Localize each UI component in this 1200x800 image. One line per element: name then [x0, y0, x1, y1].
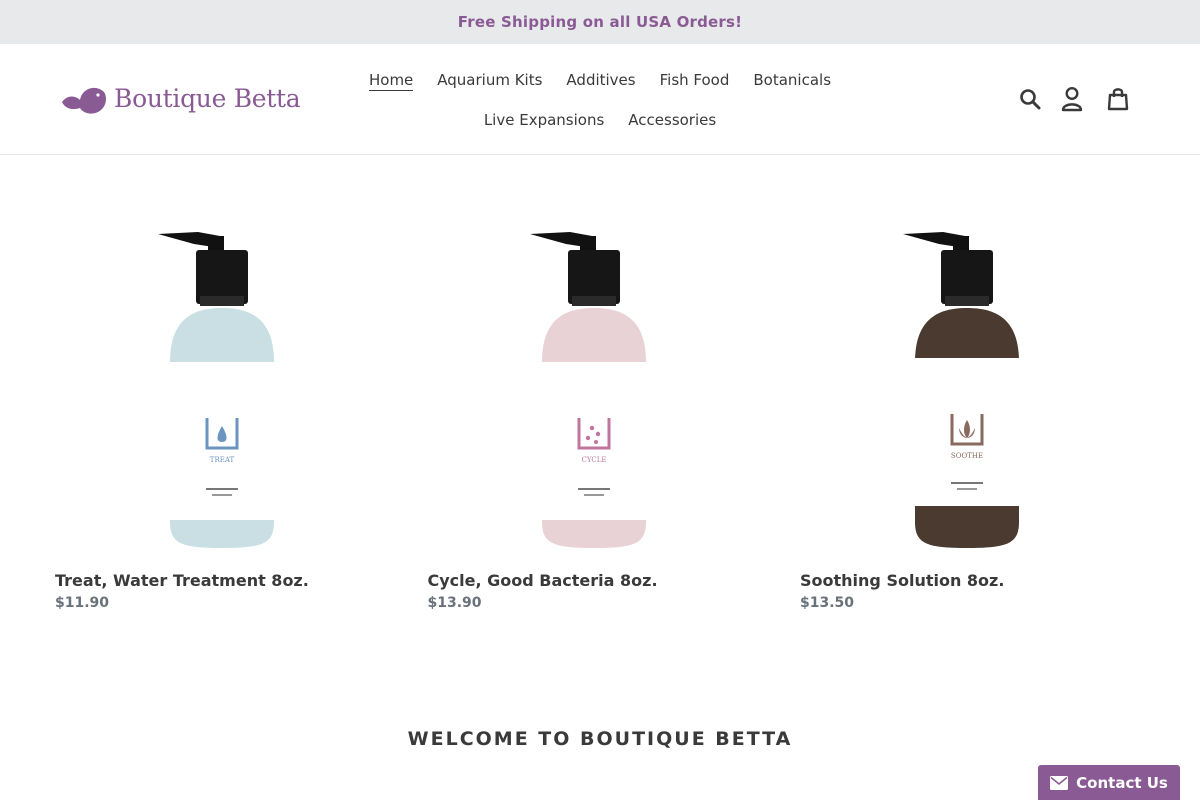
nav-item-additives[interactable]: Additives [554, 68, 647, 92]
betta-fish-logo-icon [62, 87, 106, 114]
main-nav: Home Aquarium Kits Additives Fish Food B… [340, 68, 860, 132]
product-price: $11.90 [55, 595, 110, 611]
product-image[interactable]: CYCLE [428, 215, 773, 550]
product-price: $13.50 [800, 595, 855, 611]
envelope-icon [1050, 775, 1069, 790]
svg-text:CYCLE: CYCLE [582, 456, 607, 464]
product-image[interactable]: TREAT [55, 215, 400, 550]
site-header: Boutique Betta Home Aquarium Kits Additi… [0, 44, 1200, 155]
announcement-text: Free Shipping on all USA Orders! [457, 13, 743, 31]
bottle-image-icon: TREAT [157, 232, 274, 548]
product-grid: TREAT Treat, Water Treatment 8oz. $11.90 [55, 215, 1145, 611]
nav-item-aquarium-kits[interactable]: Aquarium Kits [425, 68, 554, 92]
svg-text:TREAT: TREAT [209, 456, 234, 464]
search-icon[interactable] [1015, 84, 1045, 114]
cart-icon[interactable] [1103, 84, 1133, 114]
product-title[interactable]: Soothing Solution 8oz. [800, 570, 1145, 592]
contact-us-button[interactable]: Contact Us [1038, 765, 1180, 800]
product-image[interactable]: SOOTHE [800, 215, 1145, 550]
announcement-bar: Free Shipping on all USA Orders! [0, 0, 1200, 44]
product-title[interactable]: Cycle, Good Bacteria 8oz. [428, 570, 773, 592]
logo-text: Boutique Betta [114, 83, 301, 113]
nav-item-home[interactable]: Home [357, 68, 425, 92]
svg-text:SOOTHE: SOOTHE [950, 452, 982, 460]
nav-item-accessories[interactable]: Accessories [616, 108, 728, 132]
account-icon[interactable] [1057, 84, 1087, 114]
nav-item-botanicals[interactable]: Botanicals [741, 68, 843, 92]
bottle-image-icon: CYCLE [530, 232, 646, 548]
product-card-treat[interactable]: TREAT Treat, Water Treatment 8oz. $11.90 [55, 215, 400, 611]
nav-item-live-expansions[interactable]: Live Expansions [472, 108, 616, 132]
welcome-heading: WELCOME TO BOUTIQUE BETTA [407, 728, 793, 750]
product-title[interactable]: Treat, Water Treatment 8oz. [55, 570, 400, 592]
product-card-soothe[interactable]: SOOTHE Soothing Solution 8oz. $13.50 [800, 215, 1145, 611]
bottle-image-icon: SOOTHE [902, 232, 1019, 548]
product-price: $13.90 [427, 595, 482, 611]
product-card-cycle[interactable]: CYCLE Cycle, Good Bacteria 8oz. $13.90 [428, 215, 773, 611]
logo[interactable]: Boutique Betta [58, 78, 308, 118]
nav-item-fish-food[interactable]: Fish Food [648, 68, 742, 92]
header-icons [1015, 84, 1133, 114]
contact-us-label: Contact Us [1076, 773, 1168, 792]
